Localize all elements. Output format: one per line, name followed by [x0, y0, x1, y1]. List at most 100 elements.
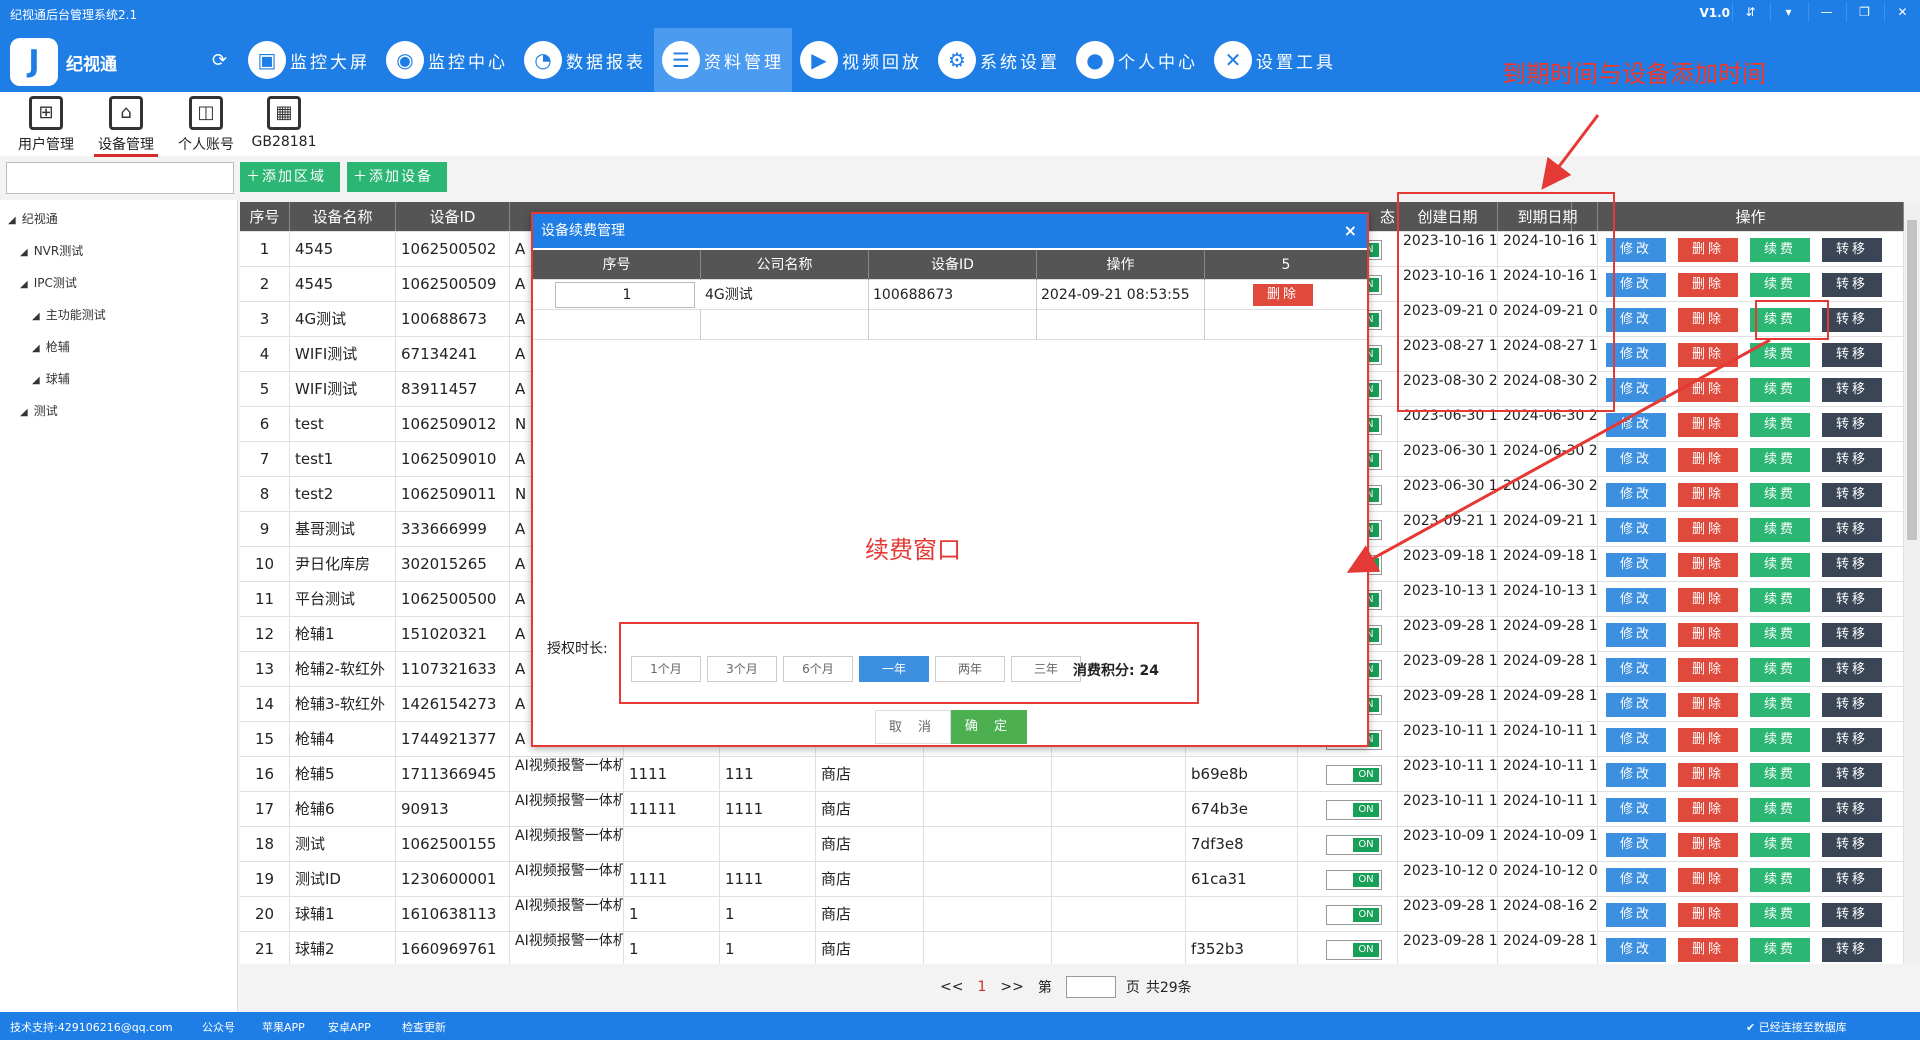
enable-toggle[interactable]: ON	[1326, 800, 1382, 820]
move-button[interactable]: 转移	[1822, 903, 1882, 927]
edit-button[interactable]: 修改	[1606, 273, 1666, 297]
move-button[interactable]: 转移	[1822, 693, 1882, 717]
edit-button[interactable]: 修改	[1606, 623, 1666, 647]
move-button[interactable]: 转移	[1822, 273, 1882, 297]
duration-option[interactable]: 3个月	[707, 656, 777, 682]
renew-button[interactable]: 续费	[1750, 728, 1810, 752]
edit-button[interactable]: 修改	[1606, 728, 1666, 752]
enable-toggle[interactable]: ON	[1326, 905, 1382, 925]
move-button[interactable]: 转移	[1822, 378, 1882, 402]
table-row[interactable]: 20 球辅1 1610638113 AI视频报警一体机 1 1 商店 ON 2023-09-28…	[240, 897, 1904, 932]
dialog-delete-button[interactable]: 删除	[1253, 284, 1313, 306]
enable-toggle[interactable]: ON	[1326, 940, 1382, 960]
edit-button[interactable]: 修改	[1606, 938, 1666, 962]
renew-button[interactable]: 续费	[1750, 238, 1810, 262]
delete-button[interactable]: 删除	[1678, 343, 1738, 367]
tree-node[interactable]: ◢ 球辅	[32, 370, 70, 387]
edit-button[interactable]: 修改	[1606, 343, 1666, 367]
delete-button[interactable]: 删除	[1678, 903, 1738, 927]
add-device-button[interactable]: ＋添加设备	[347, 162, 447, 192]
renew-button[interactable]: 续费	[1750, 938, 1810, 962]
edit-button[interactable]: 修改	[1606, 658, 1666, 682]
edit-button[interactable]: 修改	[1606, 588, 1666, 612]
edit-button[interactable]: 修改	[1606, 868, 1666, 892]
renew-button[interactable]: 续费	[1750, 658, 1810, 682]
move-button[interactable]: 转移	[1822, 483, 1882, 507]
subtool-0[interactable]: ⊞ 用户管理	[6, 92, 86, 156]
delete-button[interactable]: 删除	[1678, 763, 1738, 787]
duration-option[interactable]: 一年	[859, 656, 929, 682]
renew-button[interactable]: 续费	[1750, 763, 1810, 787]
enable-toggle[interactable]: ON	[1326, 835, 1382, 855]
edit-button[interactable]: 修改	[1606, 693, 1666, 717]
renew-button[interactable]: 续费	[1750, 798, 1810, 822]
refresh-icon[interactable]: ⟳	[212, 50, 227, 71]
move-button[interactable]: 转移	[1822, 553, 1882, 577]
delete-button[interactable]: 删除	[1678, 623, 1738, 647]
move-button[interactable]: 转移	[1822, 343, 1882, 367]
confirm-button[interactable]: 确 定	[951, 710, 1027, 744]
table-row[interactable]: 19 测试ID 1230600001 AI视频报警一体机 1111 1111 商店 61ca3…	[240, 862, 1904, 897]
minimize-icon[interactable]: —	[1808, 2, 1844, 22]
edit-button[interactable]: 修改	[1606, 483, 1666, 507]
edit-button[interactable]: 修改	[1606, 553, 1666, 577]
move-button[interactable]: 转移	[1822, 728, 1882, 752]
subtool-3[interactable]: ▦ GB28181	[244, 92, 324, 156]
move-button[interactable]: 转移	[1822, 308, 1882, 332]
window-menu-icon[interactable]: ⇵	[1732, 2, 1768, 22]
scrollbar-thumb[interactable]	[1907, 220, 1917, 540]
delete-button[interactable]: 删除	[1678, 868, 1738, 892]
delete-button[interactable]: 删除	[1678, 833, 1738, 857]
renew-button[interactable]: 续费	[1750, 833, 1810, 857]
move-button[interactable]: 转移	[1822, 518, 1882, 542]
android-app-link[interactable]: 安卓APP	[328, 1019, 371, 1035]
edit-button[interactable]: 修改	[1606, 798, 1666, 822]
caret-down-icon[interactable]: ◢	[32, 343, 40, 354]
pager-current[interactable]: 1	[977, 979, 986, 995]
renew-button[interactable]: 续费	[1750, 868, 1810, 892]
renew-button[interactable]: 续费	[1750, 273, 1810, 297]
delete-button[interactable]: 删除	[1678, 728, 1738, 752]
delete-button[interactable]: 删除	[1678, 553, 1738, 577]
nav-item-0[interactable]: ▣ 监控大屏	[240, 28, 378, 92]
edit-button[interactable]: 修改	[1606, 308, 1666, 332]
nav-item-7[interactable]: ✕ 设置工具	[1206, 28, 1344, 92]
delete-button[interactable]: 删除	[1678, 518, 1738, 542]
dialog-row-index[interactable]: 1	[555, 282, 695, 308]
caret-down-icon[interactable]: ◢	[32, 311, 40, 322]
dialog-close-icon[interactable]: ×	[1344, 214, 1357, 248]
move-button[interactable]: 转移	[1822, 448, 1882, 472]
delete-button[interactable]: 删除	[1678, 413, 1738, 437]
delete-button[interactable]: 删除	[1678, 693, 1738, 717]
duration-option[interactable]: 1个月	[631, 656, 701, 682]
renew-button[interactable]: 续费	[1750, 448, 1810, 472]
pager-next[interactable]: >>	[1000, 979, 1023, 995]
move-button[interactable]: 转移	[1822, 238, 1882, 262]
delete-button[interactable]: 删除	[1678, 378, 1738, 402]
move-button[interactable]: 转移	[1822, 623, 1882, 647]
check-update-link[interactable]: 检查更新	[402, 1019, 446, 1035]
caret-down-icon[interactable]: ◢	[20, 407, 28, 418]
cancel-button[interactable]: 取 消	[875, 710, 951, 744]
subtool-2[interactable]: ◫ 个人账号	[166, 92, 246, 156]
table-row[interactable]: 18 测试 1062500155 AI视频报警一体机 商店 7df3e8 ON 2023-10…	[240, 827, 1904, 862]
move-button[interactable]: 转移	[1822, 413, 1882, 437]
renew-button[interactable]: 续费	[1750, 903, 1810, 927]
move-button[interactable]: 转移	[1822, 763, 1882, 787]
duration-option[interactable]: 三年	[1011, 656, 1081, 682]
renew-button[interactable]: 续费	[1750, 623, 1810, 647]
edit-button[interactable]: 修改	[1606, 238, 1666, 262]
tree-node[interactable]: ◢ 枪辅	[32, 338, 70, 355]
edit-button[interactable]: 修改	[1606, 763, 1666, 787]
renew-button[interactable]: 续费	[1750, 588, 1810, 612]
move-button[interactable]: 转移	[1822, 798, 1882, 822]
renew-button[interactable]: 续费	[1750, 693, 1810, 717]
nav-item-6[interactable]: ● 个人中心	[1068, 28, 1206, 92]
nav-item-4[interactable]: ▶ 视频回放	[792, 28, 930, 92]
edit-button[interactable]: 修改	[1606, 378, 1666, 402]
ios-app-link[interactable]: 苹果APP	[262, 1019, 305, 1035]
renew-button[interactable]: 续费	[1750, 343, 1810, 367]
edit-button[interactable]: 修改	[1606, 413, 1666, 437]
move-button[interactable]: 转移	[1822, 938, 1882, 962]
renew-button[interactable]: 续费	[1750, 483, 1810, 507]
